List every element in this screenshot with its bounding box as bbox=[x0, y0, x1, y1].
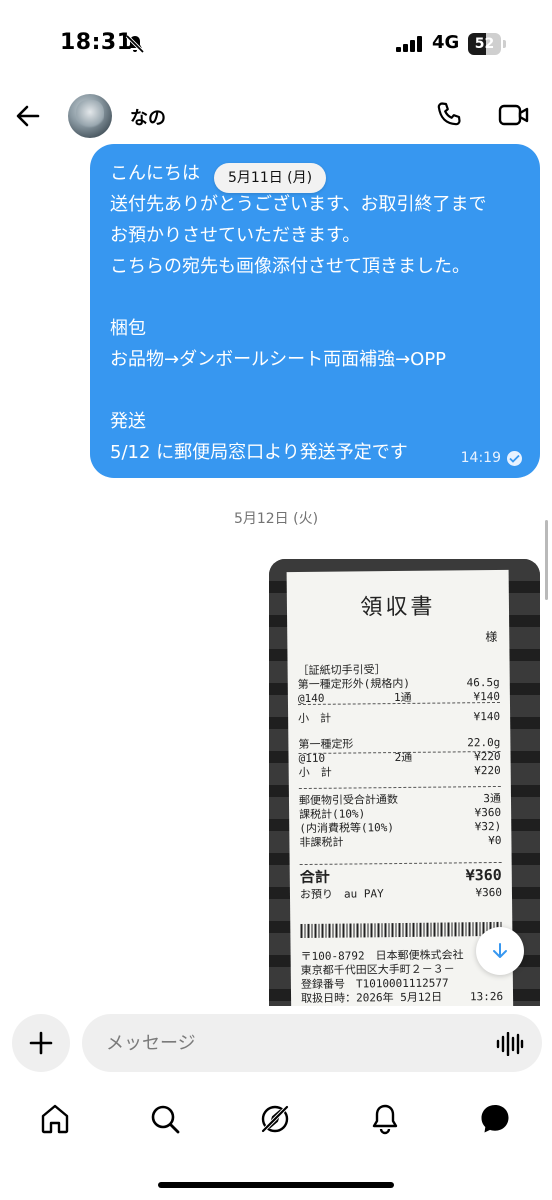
messages-icon[interactable] bbox=[478, 1102, 512, 1136]
receipt-line-value: 22.0g bbox=[467, 735, 501, 750]
status-bar: 18:31 4G 52 bbox=[0, 0, 552, 88]
receipt-line-label: 小 計 bbox=[298, 765, 332, 780]
battery-icon: 52 bbox=[468, 33, 508, 55]
receipt-line: 小 計 ¥140 bbox=[298, 710, 500, 726]
receipt-line: 小 計 ¥220 bbox=[299, 764, 501, 780]
home-icon[interactable] bbox=[38, 1102, 72, 1136]
chat-screen: 18:31 4G 52 なの こんにちは 送付先ありがとうございます、お取引終了… bbox=[0, 0, 552, 1200]
receipt-line: 非課税計 ¥0 bbox=[299, 834, 501, 850]
receipt-line-value: 46.5g bbox=[466, 675, 500, 690]
back-arrow-icon[interactable] bbox=[12, 100, 44, 132]
receipt-line-label: 取扱日時：2026年 5月12日 bbox=[300, 990, 443, 1006]
receipt-line-value: ¥360 bbox=[475, 885, 503, 900]
scroll-to-bottom-button[interactable] bbox=[476, 927, 524, 975]
receipt-line-label: 非課税計 bbox=[299, 835, 344, 850]
receipt-line-value: ¥360 bbox=[465, 867, 502, 885]
receipt-line-value: ¥0 bbox=[488, 833, 502, 848]
receipt-title: 領収書 bbox=[360, 594, 436, 621]
notifications-icon[interactable] bbox=[368, 1102, 402, 1136]
plus-icon bbox=[29, 1031, 53, 1055]
sent-message-text: こんにちは 送付先ありがとうございます、お取引終了まで お預かりさせていただきま… bbox=[110, 163, 487, 463]
receipt-line-label: お預り au PAY bbox=[299, 887, 384, 902]
receipt-line-label: (内消費税等(10%) bbox=[299, 821, 395, 836]
scroll-indicator[interactable] bbox=[545, 520, 548, 600]
message-input[interactable] bbox=[82, 1014, 542, 1072]
receipt-line-label: 小 計 bbox=[298, 711, 332, 726]
receipt-line-value: ¥32) bbox=[474, 819, 502, 834]
sent-message-bubble[interactable]: こんにちは 送付先ありがとうございます、お取引終了まで お預かりさせていただきま… bbox=[90, 144, 540, 478]
receipt-line-value: ¥220 bbox=[474, 763, 501, 778]
date-divider: 5月12日 (火) bbox=[233, 511, 319, 527]
barcode bbox=[300, 921, 503, 939]
receipt-line-label: 郵便物引受合計通数 bbox=[298, 793, 399, 808]
receipt-sama: 様 bbox=[485, 629, 498, 645]
search-icon[interactable] bbox=[148, 1102, 182, 1136]
receipt-line-label: 登録番号 T1010001112577 bbox=[300, 976, 449, 992]
receipt-line-label: 合計 bbox=[299, 867, 330, 887]
video-camera-icon[interactable] bbox=[498, 100, 530, 130]
status-time: 18:31 bbox=[60, 30, 133, 55]
receipt-line-value: ¥140 bbox=[473, 709, 501, 724]
explore-icon[interactable] bbox=[258, 1102, 292, 1136]
receipt-line-label: 第一種定形 bbox=[298, 737, 354, 752]
receipt-line-value: 13:26 bbox=[469, 989, 504, 1004]
add-attachment-button[interactable] bbox=[12, 1014, 70, 1072]
chat-header: なの bbox=[0, 88, 552, 148]
receipt-line-value: 3通 bbox=[483, 791, 502, 806]
battery-level: 52 bbox=[474, 36, 495, 52]
bottom-navigation bbox=[0, 1090, 552, 1150]
receipt-line-label: 〒100-8792 日本郵便株式会社 bbox=[300, 948, 464, 964]
receipt-line-label: 課税計(10%) bbox=[299, 807, 366, 822]
receipt-line-label: ［証紙切手引受］ bbox=[297, 663, 386, 678]
waveform-icon[interactable] bbox=[496, 1032, 524, 1056]
receipt-line-label: 東京都千代田区大手町２－３－ bbox=[300, 962, 455, 978]
message-meta: 14:19 bbox=[461, 450, 522, 466]
cellular-signal-icon bbox=[396, 36, 422, 52]
message-composer bbox=[0, 1006, 552, 1084]
bell-slash-icon bbox=[125, 34, 145, 54]
receipt-line: お預り au PAY ¥360 bbox=[300, 886, 502, 902]
receipt-line-value: ¥360 bbox=[474, 805, 502, 820]
phone-icon[interactable] bbox=[434, 100, 464, 130]
avatar[interactable] bbox=[68, 94, 112, 138]
receipt-line-label: 第一種定形外(規格内) bbox=[297, 676, 411, 692]
arrow-down-icon bbox=[493, 943, 507, 958]
network-type: 4G bbox=[432, 32, 460, 53]
message-time: 14:19 bbox=[460, 450, 501, 466]
floating-date-pill: 5月11日 (月) bbox=[214, 163, 327, 193]
read-receipt-icon bbox=[507, 450, 522, 466]
contact-name[interactable]: なの bbox=[130, 104, 166, 130]
home-indicator bbox=[158, 1182, 394, 1188]
